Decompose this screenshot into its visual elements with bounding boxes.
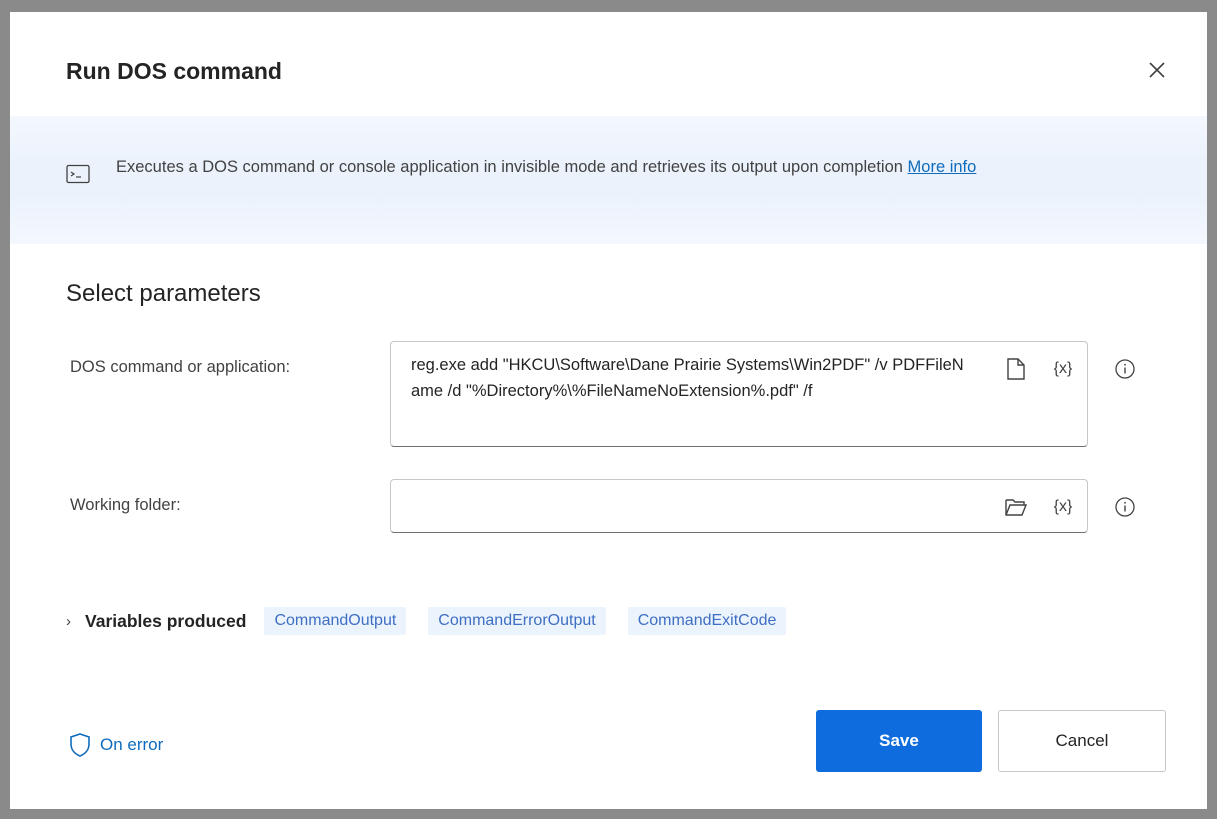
close-icon [1149, 62, 1165, 78]
run-dos-command-dialog: Run DOS command Executes a DOS command o… [10, 12, 1207, 809]
folder-icon [1005, 499, 1027, 516]
folder-picker-button[interactable] [1003, 496, 1029, 518]
on-error-label: On error [100, 735, 164, 754]
dialog-title: Run DOS command [66, 58, 282, 84]
command-label: DOS command or application: [70, 358, 291, 376]
save-button[interactable]: Save [816, 710, 982, 772]
command-input[interactable]: reg.exe add "HKCU\Software\Dane Prairie … [411, 352, 971, 404]
close-button[interactable] [1143, 56, 1171, 84]
shield-icon [70, 733, 90, 757]
variables-label: Variables produced [85, 610, 247, 631]
on-error-button[interactable]: On error [68, 732, 163, 758]
banner-text: Executes a DOS command or console applic… [116, 158, 903, 176]
cancel-button[interactable]: Cancel [998, 710, 1166, 772]
file-picker-button[interactable] [1003, 358, 1029, 380]
banner-description: Executes a DOS command or console applic… [116, 154, 1116, 181]
chevron-right-icon[interactable]: › [66, 613, 71, 630]
command-field[interactable]: reg.exe add "HKCU\Software\Dane Prairie … [390, 341, 1088, 447]
variable-chip[interactable]: CommandOutput [264, 607, 407, 635]
more-info-link[interactable]: More info [908, 158, 977, 176]
console-icon [66, 164, 90, 184]
info-icon[interactable] [1114, 358, 1136, 380]
insert-variable-button[interactable]: {x} [1045, 358, 1081, 380]
variable-chip[interactable]: CommandErrorOutput [428, 607, 606, 635]
variable-chip[interactable]: CommandExitCode [627, 607, 787, 635]
info-icon-2[interactable] [1114, 496, 1136, 518]
working-folder-label: Working folder: [70, 496, 181, 514]
file-icon [1007, 358, 1025, 380]
insert-variable-button-2[interactable]: {x} [1045, 496, 1081, 518]
variables-produced: › Variables produced CommandOutput Comma… [66, 606, 808, 636]
section-title: Select parameters [66, 280, 261, 307]
working-folder-field[interactable]: {x} [390, 479, 1088, 533]
